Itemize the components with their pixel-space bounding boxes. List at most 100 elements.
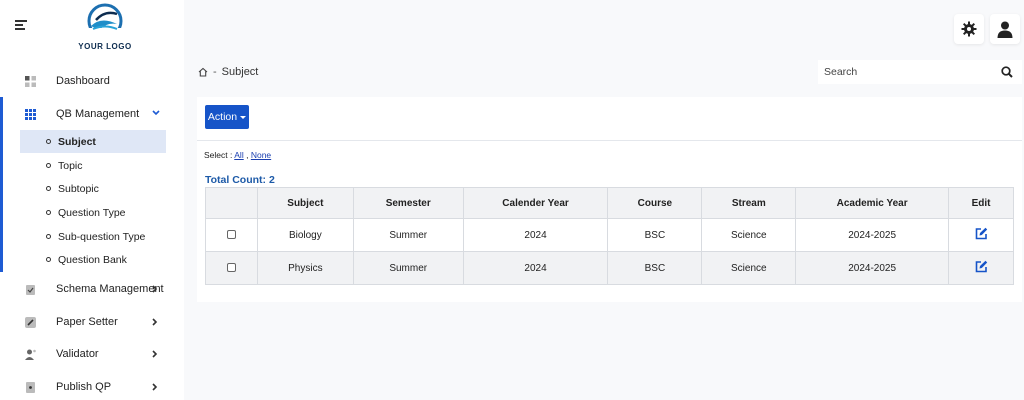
edit-icon[interactable]: [975, 260, 988, 273]
select-none-link[interactable]: None: [251, 150, 271, 160]
breadcrumb-separator: -: [213, 66, 217, 78]
search-box: [818, 60, 1022, 84]
cell-semester: Summer: [352, 251, 464, 285]
cell-calender-year: 2024: [462, 251, 609, 285]
cell-edit: [948, 251, 1014, 285]
sidebar-subitem-question-type[interactable]: Question Type: [20, 201, 166, 224]
sidebar-item-qb-management[interactable]: QB Management: [0, 101, 184, 127]
column-header-subject[interactable]: Subject: [256, 187, 354, 219]
row-select-cell: [205, 251, 258, 285]
caret-down-icon: [240, 115, 247, 119]
gear-icon: [961, 21, 977, 37]
chevron-right-icon: [152, 383, 158, 391]
sidebar-subitem-subject[interactable]: Subject: [20, 130, 166, 153]
sidebar-item-dashboard[interactable]: Dashboard: [0, 68, 184, 94]
table-row: Physics Summer 2024 BSC Science 2024-202…: [205, 251, 1014, 285]
cell-course: BSC: [607, 218, 703, 252]
logo-text: YOUR LOGO: [78, 42, 132, 51]
sidebar-item-validator[interactable]: Validator: [0, 341, 184, 367]
cell-subject: Biology: [256, 218, 354, 252]
total-count: Total Count: 2: [205, 174, 275, 186]
sidebar-item-paper-setter[interactable]: Paper Setter: [0, 309, 184, 335]
sidebar-subitem-label: Subject: [58, 135, 96, 148]
sidebar-item-label: Publish QP: [56, 381, 112, 393]
search-input[interactable]: [818, 60, 993, 84]
content-card: Action Select : All , None Total Count: …: [197, 97, 1022, 302]
sidebar: YOUR LOGO Dashboard QB Management Subjec…: [0, 0, 184, 400]
bullet-icon: [46, 186, 51, 191]
sidebar-item-label: Validator: [56, 348, 99, 360]
cell-edit: [948, 218, 1014, 252]
column-header-edit: Edit: [948, 187, 1014, 219]
column-header-stream[interactable]: Stream: [701, 187, 797, 219]
cell-academic-year: 2024-2025: [795, 218, 950, 252]
edit-icon[interactable]: [975, 227, 988, 240]
sidebar-subitem-label: Question Bank: [58, 253, 127, 266]
sidebar-item-schema-management[interactable]: Schema Management: [0, 276, 184, 302]
sidebar-item-publish-qp[interactable]: Publish QP: [0, 374, 184, 400]
select-comma: ,: [246, 150, 249, 160]
bullet-icon: [46, 234, 51, 239]
breadcrumb-current: Subject: [221, 66, 259, 78]
action-label: Action: [207, 111, 238, 123]
breadcrumb: - Subject: [198, 66, 258, 78]
column-header-calender-year[interactable]: Calender Year: [462, 187, 609, 219]
column-header-semester[interactable]: Semester: [352, 187, 464, 219]
select-row: Select : All , None: [204, 150, 271, 160]
sidebar-subitem-label: Question Type: [58, 206, 126, 219]
sidebar-subitem-question-bank[interactable]: Question Bank: [20, 248, 166, 271]
settings-button[interactable]: [954, 14, 984, 44]
sidebar-item-label: QB Management: [56, 108, 140, 120]
hamburger-menu-icon[interactable]: [15, 20, 27, 30]
select-label: Select :: [204, 150, 233, 160]
cell-subject: Physics: [256, 251, 354, 285]
cell-semester: Summer: [352, 218, 464, 252]
cell-course: BSC: [607, 251, 703, 285]
cell-calender-year: 2024: [462, 218, 609, 252]
row-select-cell: [205, 218, 258, 252]
sidebar-item-label: Paper Setter: [56, 316, 118, 328]
sidebar-subitem-label: Subtopic: [58, 182, 99, 195]
sidebar-item-label: Dashboard: [56, 75, 110, 87]
dashboard-icon: [25, 75, 36, 87]
table-header-row: Subject Semester Calender Year Course St…: [205, 187, 1014, 219]
cell-stream: Science: [701, 251, 797, 285]
grid-icon: [25, 108, 36, 120]
user-profile-button[interactable]: [990, 14, 1020, 44]
logo-icon: [87, 3, 123, 40]
chevron-down-icon: [152, 110, 160, 116]
bullet-icon: [46, 139, 51, 144]
user-plus-icon: [25, 349, 36, 360]
sidebar-subitem-label: Topic: [58, 159, 83, 172]
column-header-select: [205, 187, 258, 219]
column-header-course[interactable]: Course: [607, 187, 703, 219]
file-icon: [26, 381, 35, 393]
logo: YOUR LOGO: [76, 2, 134, 51]
chevron-right-icon: [152, 318, 158, 326]
pen-icon: [25, 316, 36, 328]
sidebar-subitem-label: Sub-question Type: [58, 230, 146, 243]
home-icon[interactable]: [198, 67, 208, 77]
sidebar-subitem-subtopic[interactable]: Subtopic: [20, 177, 166, 200]
chevron-right-icon: [152, 350, 158, 358]
divider: [197, 140, 1022, 141]
action-dropdown-button[interactable]: Action: [205, 105, 249, 129]
sidebar-item-label: Schema Management: [56, 283, 164, 295]
row-checkbox[interactable]: [226, 263, 236, 273]
column-header-academic-year[interactable]: Academic Year: [795, 187, 950, 219]
row-checkbox[interactable]: [226, 230, 236, 240]
cell-academic-year: 2024-2025: [795, 251, 950, 285]
bullet-icon: [46, 210, 51, 215]
bullet-icon: [46, 257, 51, 262]
cell-stream: Science: [701, 218, 797, 252]
chevron-right-icon: [152, 285, 158, 293]
select-all-link[interactable]: All: [234, 150, 243, 160]
user-icon: [997, 21, 1013, 38]
subjects-table: Subject Semester Calender Year Course St…: [205, 187, 1014, 285]
sidebar-subitem-topic[interactable]: Topic: [20, 154, 166, 177]
search-icon[interactable]: [1001, 66, 1013, 78]
sidebar-subitem-sub-question-type[interactable]: Sub-question Type: [20, 225, 166, 248]
table-row: Biology Summer 2024 BSC Science 2024-202…: [205, 218, 1014, 252]
clipboard-icon: [26, 284, 35, 295]
bullet-icon: [46, 163, 51, 168]
